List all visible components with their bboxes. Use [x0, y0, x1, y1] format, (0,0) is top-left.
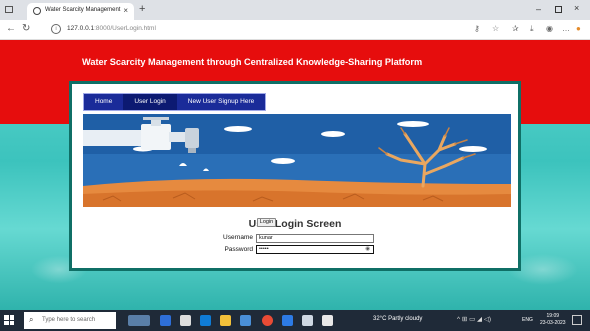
chrome-icon[interactable] — [262, 315, 273, 326]
main-nav: Home User Login New User Signup Here — [83, 93, 267, 111]
app-icon-3[interactable] — [302, 315, 313, 326]
password-value: ••••• — [259, 246, 269, 252]
info-icon[interactable]: i — [51, 24, 61, 34]
minimize-button[interactable]: – — [536, 4, 541, 14]
app-icon[interactable] — [160, 315, 171, 326]
weather-text[interactable]: 32°C Partly cloudy — [373, 316, 422, 322]
address-bar: ← ↻ i 127.0.0.1:8000/UserLogin.html ⚷ ☆ … — [0, 20, 590, 40]
system-tray-icons[interactable]: ^ ⊞ ▭ ◢ ◁) — [457, 315, 491, 323]
app-icon-4[interactable] — [322, 315, 333, 326]
close-window-button[interactable]: × — [574, 3, 579, 13]
login-heading: User Login Screen — [248, 218, 342, 230]
new-tab-button[interactable]: + — [139, 3, 145, 15]
page-title: Water Scarcity Management through Centra… — [82, 57, 423, 67]
download-icon[interactable]: ⤓ — [530, 24, 534, 34]
favorites-icon[interactable]: ✰ — [512, 24, 519, 33]
taskbar-search[interactable]: ⌕ Type here to search — [24, 312, 116, 329]
search-placeholder: Type here to search — [42, 317, 96, 323]
edge-icon[interactable] — [200, 315, 211, 326]
back-icon[interactable]: ← — [6, 23, 16, 34]
browser-tab[interactable]: Water Scarcity Management × — [27, 3, 134, 20]
taskbar: ⌕ Type here to search 32°C Partly cloudy… — [0, 310, 590, 331]
username-input[interactable]: kunar — [256, 234, 374, 243]
tab-close-icon[interactable]: × — [123, 6, 128, 15]
task-view-icon[interactable] — [180, 315, 191, 326]
app-icon-2[interactable] — [282, 315, 293, 326]
star-icon[interactable]: ☆ — [492, 24, 499, 33]
language-indicator[interactable]: ENG — [522, 317, 533, 323]
tab-title: Water Scarcity Management — [45, 7, 121, 13]
nav-home[interactable]: Home — [84, 94, 123, 110]
weather-widget-icon[interactable] — [128, 315, 150, 326]
password-input[interactable]: ••••• ◉ — [256, 245, 374, 254]
clock[interactable]: 19:09 23-03-2023 — [540, 313, 566, 327]
search-icon: ⌕ — [29, 315, 34, 324]
globe-icon — [33, 7, 41, 15]
nav-user-login[interactable]: User Login — [123, 94, 177, 110]
page-viewport: Water Scarcity Management through Centra… — [0, 40, 590, 310]
more-icon[interactable]: … — [562, 24, 570, 33]
maximize-button[interactable] — [555, 6, 562, 13]
reveal-password-icon[interactable]: ◉ — [365, 246, 370, 253]
browser-titlebar: Water Scarcity Management × + – × — [0, 0, 590, 20]
water-scarcity-banner-image — [83, 114, 511, 207]
notification-icon[interactable] — [572, 315, 582, 325]
windows-start-icon[interactable] — [4, 315, 14, 325]
username-label: Username — [223, 234, 253, 241]
login-button[interactable]: Login — [257, 218, 276, 227]
extension-icon[interactable]: ● — [576, 24, 581, 33]
nav-new-user-signup[interactable]: New User Signup Here — [177, 94, 265, 110]
url-text: 127.0.0.1:8000/UserLogin.html — [67, 25, 156, 32]
window-icon[interactable] — [5, 6, 13, 13]
reload-icon[interactable]: ↻ — [22, 23, 30, 34]
file-explorer-icon[interactable] — [220, 315, 231, 326]
url-field[interactable]: i 127.0.0.1:8000/UserLogin.html — [45, 23, 465, 37]
key-icon[interactable]: ⚷ — [474, 24, 480, 33]
password-label: Password — [224, 246, 253, 253]
profile-icon[interactable]: ◉ — [546, 24, 553, 33]
store-icon[interactable] — [240, 315, 251, 326]
